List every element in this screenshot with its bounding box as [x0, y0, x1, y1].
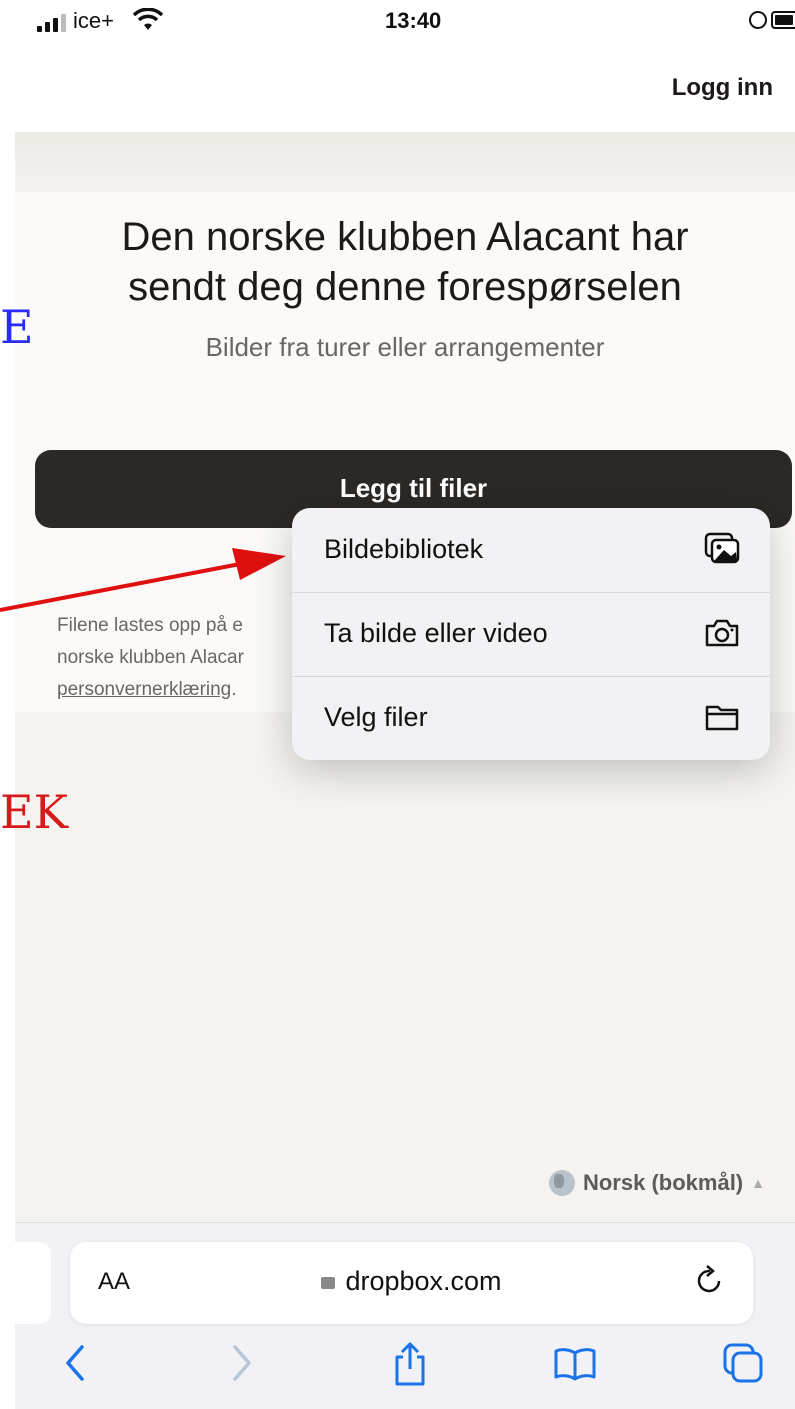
left-edge: [0, 0, 15, 1408]
previous-tab-peek[interactable]: [15, 1242, 51, 1324]
footnote-period: .: [231, 679, 237, 700]
request-title: Den norske klubben Alacant har sendt deg…: [15, 212, 795, 312]
lock-icon: [321, 1277, 336, 1289]
menu-item-label: Velg filer: [324, 702, 428, 732]
request-subtitle: Bilder fra turer eller arrangementer: [205, 332, 605, 362]
site-header: Logg inn: [15, 44, 795, 132]
signal-icon: [37, 14, 66, 32]
folder-icon: [705, 705, 739, 731]
camera-icon: [705, 619, 739, 647]
domain-text: dropbox.com: [345, 1266, 502, 1296]
menu-item-label: Bildebibliotek: [324, 534, 484, 564]
annotation-red-text: EK: [0, 785, 68, 839]
reload-icon[interactable]: [695, 1264, 725, 1298]
privacy-policy-link[interactable]: personvernerklæring: [57, 679, 231, 700]
battery-icon: [771, 11, 795, 29]
file-source-menu: Bildebibliotek Ta bilde eller video Velg…: [292, 508, 770, 760]
request-title-line1: Den norske klubben Alacant har: [121, 215, 689, 259]
photo-library-icon: [704, 532, 740, 564]
menu-item-take-photo[interactable]: Ta bilde eller video: [292, 592, 770, 677]
menu-item-choose-files[interactable]: Velg filer: [292, 676, 770, 760]
browser-toolbar: AA dropbox.com: [15, 1222, 795, 1409]
clock: 13:40: [385, 8, 442, 33]
top-band: [15, 132, 795, 192]
language-selector[interactable]: Norsk (bokmål) ▲: [548, 1170, 765, 1196]
globe-icon: [548, 1170, 575, 1196]
menu-item-photo-library[interactable]: Bildebibliotek: [292, 508, 770, 593]
share-icon[interactable]: [392, 1341, 428, 1387]
carrier-label: ice+: [73, 8, 114, 33]
bookmarks-icon[interactable]: [553, 1341, 597, 1385]
address-bar[interactable]: AA dropbox.com: [70, 1242, 753, 1324]
language-label: Norsk (bokmål): [582, 1170, 744, 1195]
back-icon[interactable]: [60, 1341, 90, 1385]
request-title-line2: sendt deg denne forespørselen: [128, 265, 682, 309]
address-domain: dropbox.com: [70, 1266, 753, 1297]
annotation-blue-text: E: [0, 300, 34, 354]
menu-item-label: Ta bilde eller video: [324, 618, 548, 648]
forward-icon[interactable]: [227, 1341, 257, 1385]
tabs-icon[interactable]: [721, 1341, 765, 1385]
caret-up-icon: ▲: [751, 1175, 765, 1191]
login-link[interactable]: Logg inn: [672, 74, 773, 102]
wifi-icon: [132, 7, 164, 37]
status-bar: ice+ 13:40: [15, 0, 795, 44]
orientation-lock-icon: [749, 11, 767, 29]
